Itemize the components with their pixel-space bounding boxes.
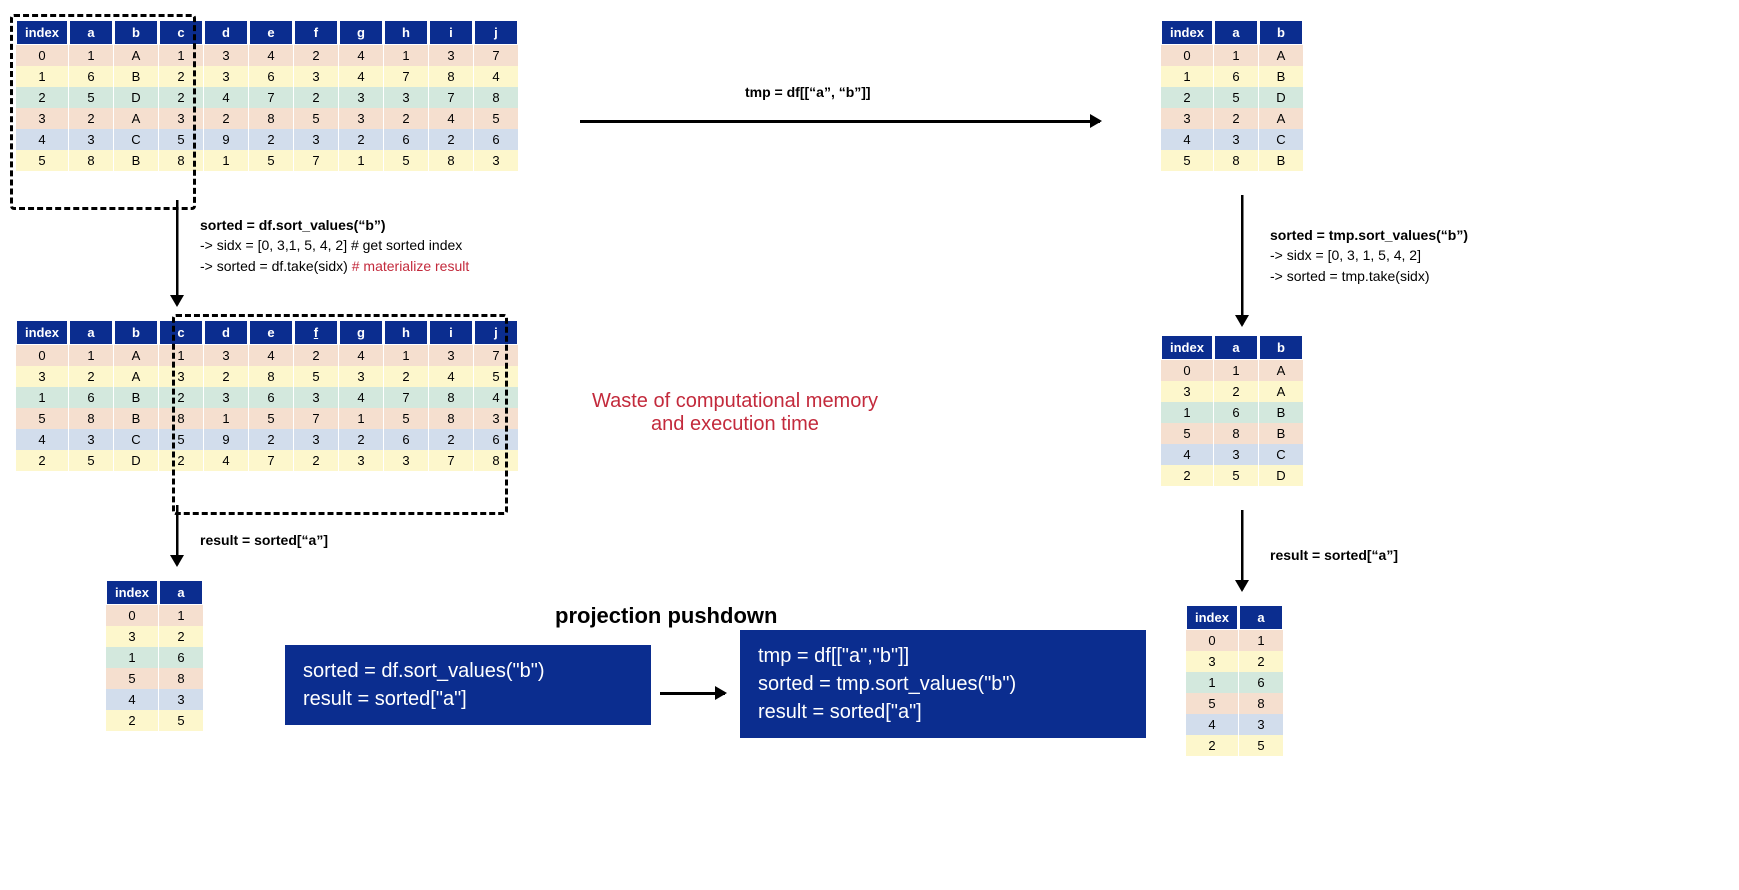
- result-left: result = sorted[“a”]: [200, 532, 328, 548]
- codebox-left: sorted = df.sort_values("b") result = so…: [285, 645, 651, 725]
- arrow-left-sort: [175, 200, 179, 305]
- table-result-left: indexa013216584325: [105, 580, 204, 731]
- table-full-sorted: indexabcdefghij01A1342413732A3285324516B…: [15, 320, 519, 471]
- sort-left-l1: sorted = df.sort_values(“b”): [200, 217, 386, 233]
- arrow-left-result: [175, 505, 179, 565]
- table-full-unsorted: indexabcdefghij01A1342413716B2363478425D…: [15, 20, 519, 171]
- sort-left-l3a: -> sorted = df.take(sidx): [200, 258, 352, 274]
- arrow-right-result: [1240, 510, 1244, 590]
- codebox-right: tmp = df[["a","b"]] sorted = tmp.sort_va…: [740, 630, 1146, 738]
- table-ab-unsorted: indexab01A16B25D32A43C58B: [1160, 20, 1304, 171]
- arrow-tmp-select: [580, 120, 1100, 123]
- waste-text: Waste of computational memory and execut…: [555, 390, 915, 436]
- arrow-right-sort: [1240, 195, 1244, 325]
- table-ab-sorted: indexab01A32A16B58B43C25D: [1160, 335, 1304, 486]
- result-right: result = sorted[“a”]: [1270, 547, 1398, 563]
- table-result-right: indexa013216584325: [1185, 605, 1284, 756]
- sort-left-l2: -> sidx = [0, 3,1, 5, 4, 2] # get sorted…: [200, 235, 469, 255]
- sort-left-l3b: # materialize result: [352, 258, 470, 274]
- tmp-label: tmp = df[[“a”, “b”]]: [745, 84, 871, 100]
- headline: projection pushdown: [555, 603, 777, 629]
- arrow-pushdown: [660, 692, 725, 695]
- sort-right-l2: -> sidx = [0, 3, 1, 5, 4, 2]: [1270, 245, 1468, 265]
- sort-right-l1: sorted = tmp.sort_values(“b”): [1270, 227, 1468, 243]
- sort-right-l3: -> sorted = tmp.take(sidx): [1270, 266, 1468, 286]
